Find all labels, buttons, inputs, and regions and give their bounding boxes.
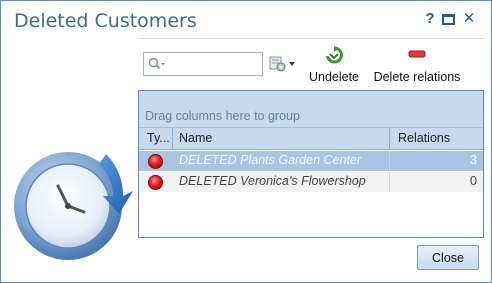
column-header-relations[interactable]: Relations [390, 128, 483, 150]
group-panel-hint: Drag columns here to group [145, 109, 300, 123]
minus-icon [408, 50, 426, 58]
clock-history-icon [14, 152, 133, 260]
undelete-button[interactable]: Undelete [306, 46, 362, 84]
column-header-type[interactable]: Ty... [139, 128, 173, 150]
close-button[interactable]: Close [417, 245, 479, 270]
red-circle-icon [148, 175, 163, 190]
close-window-button[interactable]: ✕ [462, 11, 476, 27]
name-cell: DELETED Veronica's Flowershop [173, 172, 390, 192]
column-header-name[interactable]: Name [173, 128, 390, 150]
group-panel[interactable]: Drag columns here to group [139, 91, 483, 128]
deleted-customers-grid: Drag columns here to group Ty... Name Re… [138, 90, 484, 238]
red-circle-icon [148, 154, 163, 169]
search-input[interactable] [166, 55, 260, 73]
type-cell [139, 172, 173, 192]
search-box[interactable] [143, 52, 263, 76]
table-row[interactable]: DELETED Veronica's Flowershop 0 [139, 172, 483, 192]
window-title: Deleted Customers [14, 10, 197, 32]
deleted-customers-window: Deleted Customers ? ✕ Undelete Delete re… [0, 0, 492, 283]
search-icon [148, 57, 165, 70]
grid-header: Ty... Name Relations [139, 128, 483, 150]
table-row[interactable]: DELETED Plants Garden Center 3 [139, 151, 483, 171]
relations-cell: 3 [470, 153, 477, 167]
gear-dropdown-icon [269, 56, 295, 72]
delete-relations-label: Delete relations [373, 70, 461, 84]
delete-relations-button[interactable]: Delete relations [369, 46, 465, 84]
maximize-icon [442, 14, 455, 25]
toolbar-divider [138, 38, 484, 39]
maximize-button[interactable] [442, 11, 456, 27]
name-cell: DELETED Plants Garden Center [173, 151, 390, 171]
relations-cell: 0 [470, 174, 477, 188]
type-cell [139, 151, 173, 171]
undelete-label: Undelete [308, 70, 360, 84]
settings-dropdown-button[interactable] [269, 55, 299, 73]
title-bar: Deleted Customers ? ✕ [1, 1, 491, 39]
undelete-arrow-icon [326, 46, 343, 64]
help-button[interactable]: ? [423, 11, 437, 27]
